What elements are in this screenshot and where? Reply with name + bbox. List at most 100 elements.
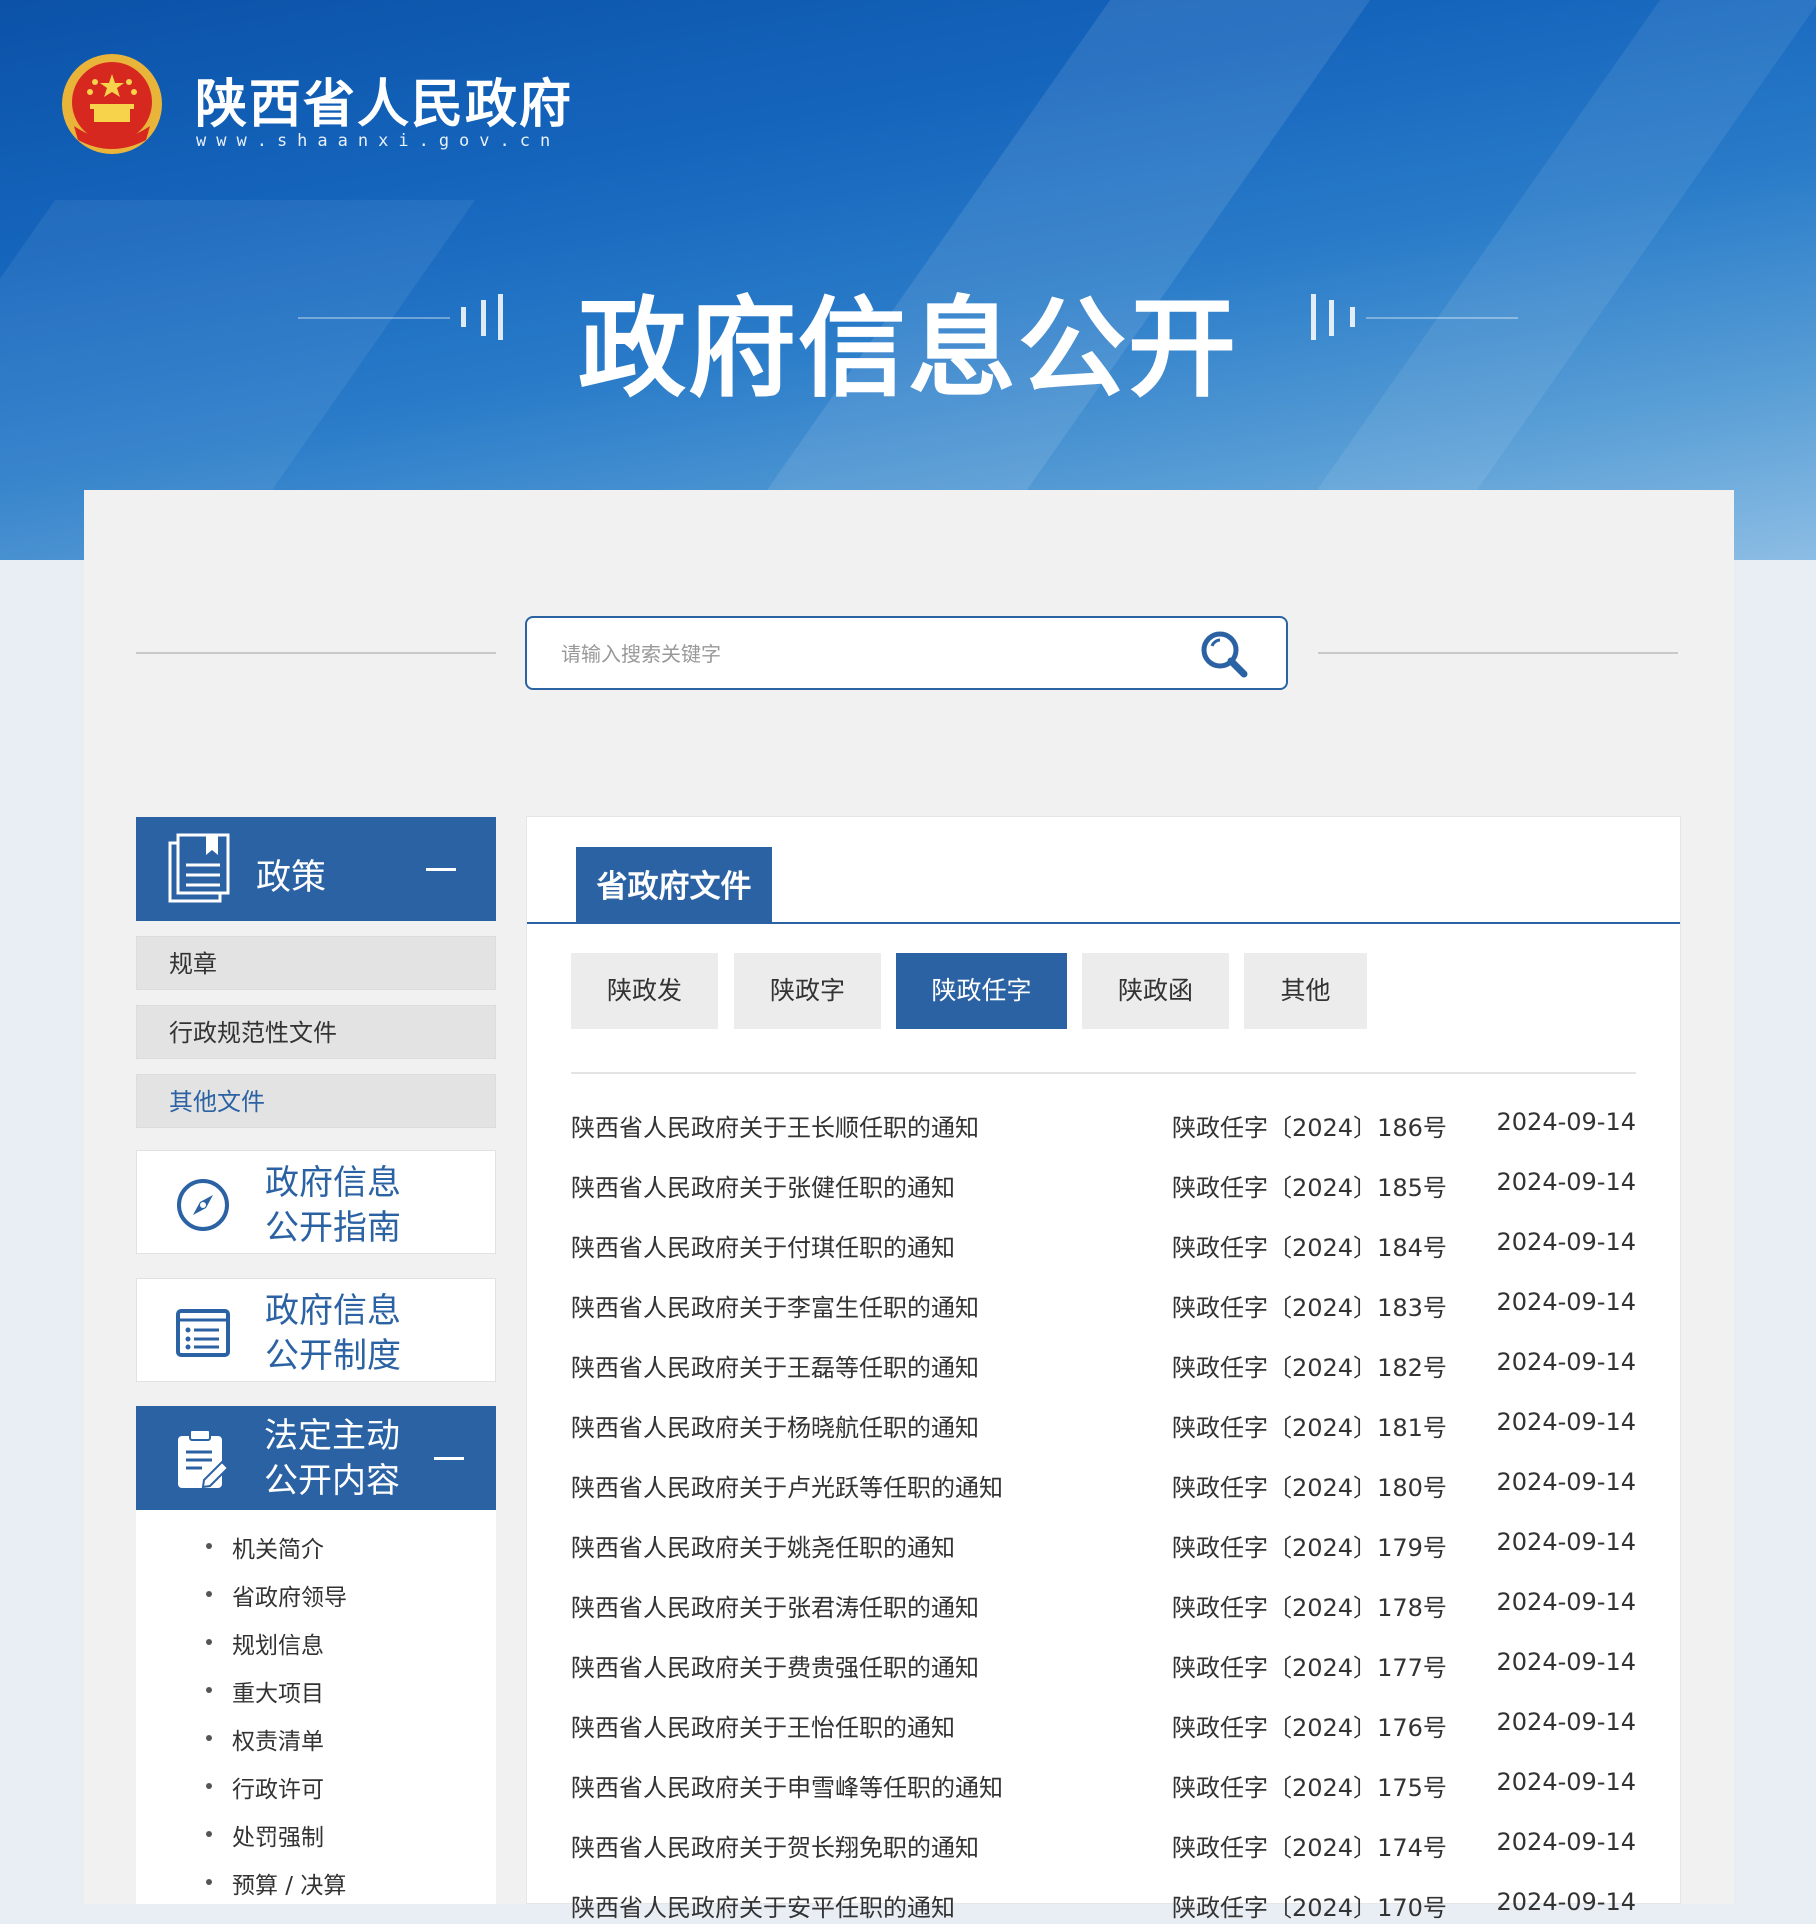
- list-item[interactable]: 行政许可: [206, 1770, 324, 1804]
- document-number: 陕政任字〔2024〕185号: [1172, 1174, 1447, 1202]
- document-date: 2024-09-14: [1496, 1228, 1636, 1256]
- tab-provincial-documents[interactable]: 省政府文件: [576, 847, 772, 923]
- sidebar-policy-header[interactable]: 政策: [136, 817, 496, 921]
- list-item[interactable]: 陕西省人民政府关于付琪任职的通知 陕政任字〔2024〕184号 2024-09-14: [571, 1224, 1636, 1264]
- list-item[interactable]: 陕西省人民政府关于张健任职的通知 陕政任字〔2024〕185号 2024-09-14: [571, 1164, 1636, 1204]
- document-date: 2024-09-14: [1496, 1468, 1636, 1496]
- compass-icon: [177, 1179, 229, 1231]
- document-number: 陕政任字〔2024〕170号: [1172, 1894, 1447, 1922]
- collapse-icon[interactable]: [434, 1457, 464, 1460]
- list-item[interactable]: 重大项目: [206, 1674, 324, 1708]
- document-title-link[interactable]: 陕西省人民政府关于姚尧任职的通知: [571, 1528, 955, 1563]
- statutory-line2: 公开内容: [264, 1461, 400, 1501]
- document-number: 陕政任字〔2024〕179号: [1172, 1534, 1447, 1562]
- document-number: 陕政任字〔2024〕177号: [1172, 1654, 1447, 1682]
- system-line1: 政府信息: [265, 1291, 401, 1331]
- document-date: 2024-09-14: [1496, 1888, 1636, 1916]
- list-item[interactable]: 陕西省人民政府关于王磊等任职的通知 陕政任字〔2024〕182号 2024-09-1…: [571, 1344, 1636, 1384]
- site-name[interactable]: 陕西省人民政府: [195, 62, 573, 137]
- page-title: 政府信息公开: [577, 287, 1238, 412]
- search-divider-left: [136, 652, 496, 654]
- document-date: 2024-09-14: [1496, 1168, 1636, 1196]
- list-item[interactable]: 陕西省人民政府关于申雪峰等任职的通知 陕政任字〔2024〕175号 2024-09-…: [571, 1764, 1636, 1804]
- statutory-line1: 法定主动: [264, 1416, 400, 1456]
- list-item[interactable]: 省政府领导: [206, 1578, 347, 1612]
- list-item[interactable]: 陕西省人民政府关于卢光跃等任职的通知 陕政任字〔2024〕180号 2024-09-…: [571, 1464, 1636, 1504]
- document-date: 2024-09-14: [1496, 1768, 1636, 1796]
- document-number: 陕政任字〔2024〕184号: [1172, 1234, 1447, 1262]
- document-title-link[interactable]: 陕西省人民政府关于张君涛任职的通知: [571, 1588, 979, 1623]
- list-item[interactable]: 陕西省人民政府关于张君涛任职的通知 陕政任字〔2024〕178号 2024-09-1…: [571, 1584, 1636, 1624]
- search-divider-right: [1318, 652, 1678, 654]
- document-date: 2024-09-14: [1496, 1528, 1636, 1556]
- document-title-link[interactable]: 陕西省人民政府关于王怡任职的通知: [571, 1708, 955, 1743]
- document-title-link[interactable]: 陕西省人民政府关于李富生任职的通知: [571, 1288, 979, 1323]
- document-number: 陕政任字〔2024〕174号: [1172, 1834, 1447, 1862]
- document-date: 2024-09-14: [1496, 1408, 1636, 1436]
- sidebar-item-other-documents[interactable]: 其他文件: [136, 1074, 496, 1128]
- list-item[interactable]: 陕西省人民政府关于安平任职的通知 陕政任字〔2024〕170号 2024-09-14: [571, 1884, 1636, 1924]
- site-url[interactable]: www.shaanxi.gov.cn: [196, 131, 560, 151]
- sidebar-policy-label: 政策: [256, 858, 327, 898]
- sidebar-card-disclosure-guide[interactable]: 政府信息 公开指南: [136, 1150, 496, 1254]
- document-title-link[interactable]: 陕西省人民政府关于杨晓航任职的通知: [571, 1408, 979, 1443]
- list-item[interactable]: 处罚强制: [206, 1818, 324, 1852]
- document-number: 陕政任字〔2024〕178号: [1172, 1594, 1447, 1622]
- search-icon[interactable]: [1198, 628, 1252, 682]
- document-title-link[interactable]: 陕西省人民政府关于安平任职的通知: [571, 1888, 955, 1923]
- list-item[interactable]: 规划信息: [206, 1626, 324, 1660]
- list-item[interactable]: 陕西省人民政府关于费贵强任职的通知 陕政任字〔2024〕177号 2024-09-1…: [571, 1644, 1636, 1684]
- site-header: 陕西省人民政府 www.shaanxi.gov.cn 政府信息公开: [0, 0, 1816, 560]
- document-number: 陕政任字〔2024〕176号: [1172, 1714, 1447, 1742]
- guide-line2: 公开指南: [265, 1208, 401, 1248]
- document-date: 2024-09-14: [1496, 1828, 1636, 1856]
- collapse-icon[interactable]: [426, 868, 456, 871]
- sidebar-card-disclosure-system[interactable]: 政府信息 公开制度: [136, 1278, 496, 1382]
- document-date: 2024-09-14: [1496, 1708, 1636, 1736]
- list-item[interactable]: 权责清单: [206, 1722, 324, 1756]
- document-title-link[interactable]: 陕西省人民政府关于王磊等任职的通知: [571, 1348, 979, 1383]
- list-item[interactable]: 陕西省人民政府关于王怡任职的通知 陕政任字〔2024〕176号 2024-09-14: [571, 1704, 1636, 1744]
- search-input[interactable]: [559, 638, 1163, 670]
- list-item[interactable]: 陕西省人民政府关于贺长翔免职的通知 陕政任字〔2024〕174号 2024-09-1…: [571, 1824, 1636, 1864]
- document-icon: [168, 833, 230, 903]
- tab-underline: [527, 922, 1680, 924]
- list-divider: [571, 1072, 1636, 1074]
- list-item[interactable]: 陕西省人民政府关于王长顺任职的通知 陕政任字〔2024〕186号 2024-09-1…: [571, 1104, 1636, 1144]
- document-title-link[interactable]: 陕西省人民政府关于付琪任职的通知: [571, 1228, 955, 1263]
- document-date: 2024-09-14: [1496, 1288, 1636, 1316]
- sidebar-item-normative-documents[interactable]: 行政规范性文件: [136, 1005, 496, 1059]
- filter-shaanzhengfa[interactable]: 陕政发: [571, 953, 718, 1029]
- document-date: 2024-09-14: [1496, 1648, 1636, 1676]
- clipboard-edit-icon: [178, 1429, 230, 1489]
- document-title-link[interactable]: 陕西省人民政府关于王长顺任职的通知: [571, 1108, 979, 1143]
- national-emblem-icon[interactable]: [60, 52, 164, 156]
- list-item[interactable]: 陕西省人民政府关于杨晓航任职的通知 陕政任字〔2024〕181号 2024-09-1…: [571, 1404, 1636, 1444]
- document-title-link[interactable]: 陕西省人民政府关于费贵强任职的通知: [571, 1648, 979, 1683]
- filter-shaanzhengrenzi[interactable]: 陕政任字: [896, 953, 1067, 1029]
- filter-shaanzhengzi[interactable]: 陕政字: [734, 953, 881, 1029]
- statutory-list: 机关简介 省政府领导 规划信息 重大项目 权责清单 行政许可 处罚强制 预算 /…: [136, 1510, 496, 1904]
- document-number: 陕政任字〔2024〕183号: [1172, 1294, 1447, 1322]
- document-title-link[interactable]: 陕西省人民政府关于贺长翔免职的通知: [571, 1828, 979, 1863]
- document-number: 陕政任字〔2024〕175号: [1172, 1774, 1447, 1802]
- sidebar-statutory-header[interactable]: 法定主动 公开内容: [136, 1406, 496, 1510]
- document-number: 陕政任字〔2024〕182号: [1172, 1354, 1447, 1382]
- sidebar-item-regulations[interactable]: 规章: [136, 936, 496, 990]
- list-item[interactable]: 陕西省人民政府关于李富生任职的通知 陕政任字〔2024〕183号 2024-09-1…: [571, 1284, 1636, 1324]
- title-decoration-right: [1366, 317, 1518, 319]
- document-title-link[interactable]: 陕西省人民政府关于卢光跃等任职的通知: [571, 1468, 1003, 1503]
- document-date: 2024-09-14: [1496, 1108, 1636, 1136]
- document-title-link[interactable]: 陕西省人民政府关于申雪峰等任职的通知: [571, 1768, 1003, 1803]
- document-title-link[interactable]: 陕西省人民政府关于张健任职的通知: [571, 1168, 955, 1203]
- list-item[interactable]: 陕西省人民政府关于姚尧任职的通知 陕政任字〔2024〕179号 2024-09-14: [571, 1524, 1636, 1564]
- system-line2: 公开制度: [265, 1336, 401, 1376]
- list-document-icon: [176, 1309, 230, 1357]
- list-item[interactable]: 机关简介: [206, 1530, 324, 1564]
- list-item[interactable]: 预算 / 决算: [206, 1866, 346, 1900]
- document-number: 陕政任字〔2024〕180号: [1172, 1474, 1447, 1502]
- filter-other[interactable]: 其他: [1244, 953, 1367, 1029]
- document-date: 2024-09-14: [1496, 1588, 1636, 1616]
- document-number: 陕政任字〔2024〕186号: [1172, 1114, 1447, 1142]
- filter-shaanzhenghan[interactable]: 陕政函: [1082, 953, 1229, 1029]
